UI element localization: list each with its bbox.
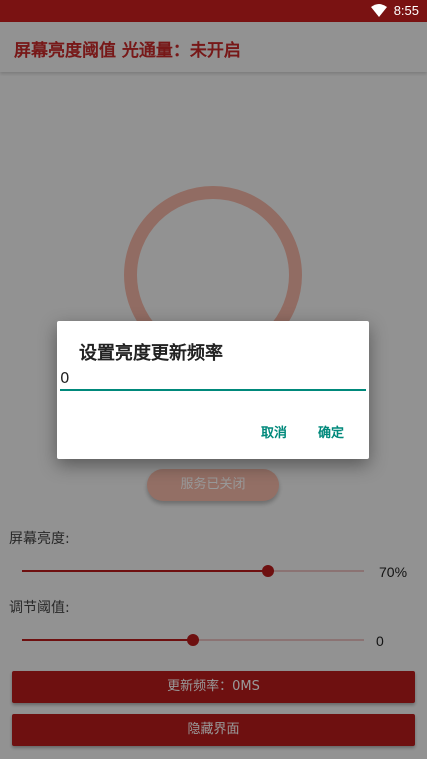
cancel-button[interactable]: 取消: [261, 422, 287, 441]
dialog-title: 设置亮度更新频率: [79, 343, 223, 364]
confirm-button[interactable]: 确定: [318, 422, 344, 441]
wifi-icon: [371, 3, 387, 22]
status-time: 8:55: [393, 3, 419, 18]
update-rate-dialog: 设置亮度更新频率 取消 确定: [57, 321, 369, 459]
status-bar: 8:55: [0, 0, 427, 22]
update-rate-input[interactable]: [60, 367, 366, 391]
